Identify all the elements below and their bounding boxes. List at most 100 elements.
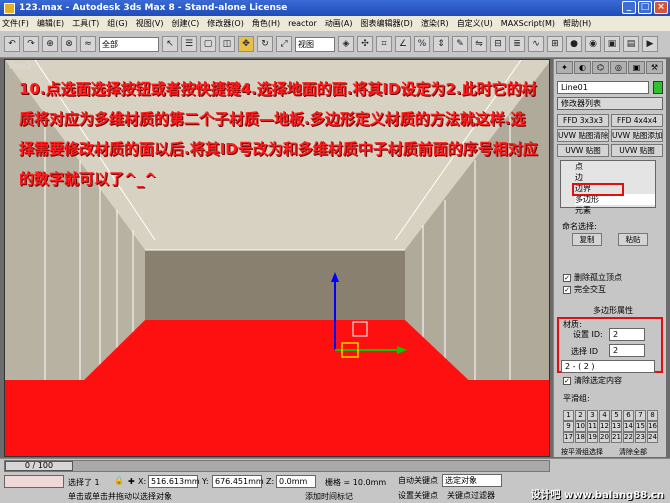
curve-editor-icon[interactable]: ∿ bbox=[528, 36, 544, 52]
smoothing-group-button[interactable]: 24 bbox=[647, 432, 658, 443]
ffd-3x3x3-button[interactable]: FFD 3x3x3 bbox=[557, 114, 609, 127]
uvw-add-button[interactable]: UVW 贴图添加 bbox=[611, 129, 663, 142]
percent-snap-icon[interactable]: % bbox=[414, 36, 430, 52]
minimize-button[interactable]: _ bbox=[622, 1, 636, 14]
delete-isolated-checkbox[interactable]: ✓ bbox=[563, 274, 571, 282]
menu-reactor[interactable]: reactor bbox=[288, 19, 317, 28]
mirror-icon[interactable]: ⇋ bbox=[471, 36, 487, 52]
select-by-name-icon[interactable]: ☰ bbox=[181, 36, 197, 52]
render-type-icon[interactable]: ▤ bbox=[623, 36, 639, 52]
menu-animation[interactable]: 动画(A) bbox=[325, 18, 353, 29]
menu-tools[interactable]: 工具(T) bbox=[72, 18, 99, 29]
smoothing-group-button[interactable]: 20 bbox=[599, 432, 610, 443]
stack-item-edge[interactable]: 边 bbox=[575, 172, 655, 183]
menu-modifiers[interactable]: 修改器(O) bbox=[207, 18, 244, 29]
set-key-button[interactable]: 设置关键点 bbox=[398, 490, 438, 501]
smoothing-group-button[interactable]: 5 bbox=[611, 410, 622, 421]
add-time-tag[interactable]: 添加时间标记 bbox=[305, 491, 353, 502]
menu-edit[interactable]: 编辑(E) bbox=[37, 18, 64, 29]
menu-views[interactable]: 视图(V) bbox=[136, 18, 164, 29]
menu-rendering[interactable]: 渲染(R) bbox=[421, 18, 449, 29]
smoothing-group-button[interactable]: 14 bbox=[623, 421, 634, 432]
smoothing-group-button[interactable]: 23 bbox=[635, 432, 646, 443]
smoothing-group-button[interactable]: 10 bbox=[575, 421, 586, 432]
smoothing-group-button[interactable]: 1 bbox=[563, 410, 574, 421]
menu-create[interactable]: 创建(C) bbox=[171, 18, 199, 29]
smoothing-group-button[interactable]: 8 bbox=[647, 410, 658, 421]
viewport[interactable]: Fron2 10.点选面选择按钮或者按快捷键4.选择地面的面.将其ID设定为2.… bbox=[4, 59, 550, 457]
undo-icon[interactable]: ↶ bbox=[4, 36, 20, 52]
select-move-icon[interactable]: ✥ bbox=[238, 36, 254, 52]
time-slider-thumb[interactable]: 0 / 100 bbox=[5, 461, 73, 471]
clear-selection-checkbox[interactable]: ✓ bbox=[563, 377, 571, 385]
smoothing-group-button[interactable]: 22 bbox=[623, 432, 634, 443]
smoothing-group-button[interactable]: 11 bbox=[587, 421, 598, 432]
smoothing-group-button[interactable]: 18 bbox=[575, 432, 586, 443]
x-coord-field[interactable]: 516.613mm bbox=[148, 475, 200, 488]
modify-tab-icon[interactable]: ◐ bbox=[574, 61, 591, 74]
smoothing-group-button[interactable]: 16 bbox=[647, 421, 658, 432]
menu-file[interactable]: 文件(F) bbox=[2, 18, 29, 29]
maximize-button[interactable]: □ bbox=[638, 1, 652, 14]
smoothing-group-button[interactable]: 3 bbox=[587, 410, 598, 421]
menu-group[interactable]: 组(G) bbox=[107, 18, 127, 29]
rect-selection-icon[interactable]: ▢ bbox=[200, 36, 216, 52]
uvw-map-button-2[interactable]: UVW 贴图 bbox=[611, 144, 663, 157]
z-coord-field[interactable]: 0.0mm bbox=[276, 475, 316, 488]
modifier-list-dropdown[interactable]: 修改器列表 bbox=[557, 97, 663, 110]
menu-character[interactable]: 角色(H) bbox=[252, 18, 280, 29]
smoothing-group-button[interactable]: 4 bbox=[599, 410, 610, 421]
smoothing-group-button[interactable]: 19 bbox=[587, 432, 598, 443]
select-id-field[interactable]: 2 bbox=[609, 344, 645, 357]
display-tab-icon[interactable]: ▣ bbox=[628, 61, 645, 74]
snap-icon[interactable]: ⌗ bbox=[376, 36, 392, 52]
render-last-icon[interactable]: ▶ bbox=[642, 36, 658, 52]
smoothing-group-button[interactable]: 17 bbox=[563, 432, 574, 443]
object-color-swatch[interactable] bbox=[653, 81, 663, 94]
y-coord-field[interactable]: 676.451mm bbox=[212, 475, 264, 488]
named-selection-icon[interactable]: ✎ bbox=[452, 36, 468, 52]
max-listener[interactable] bbox=[4, 475, 64, 488]
absolute-mode-icon[interactable]: ✚ bbox=[128, 477, 135, 486]
layer-icon[interactable]: ≣ bbox=[509, 36, 525, 52]
smoothing-group-button[interactable]: 6 bbox=[623, 410, 634, 421]
render-scene-icon[interactable]: ◉ bbox=[585, 36, 601, 52]
select-scale-icon[interactable]: ⤢ bbox=[276, 36, 292, 52]
copy-button[interactable]: 复制 bbox=[572, 233, 602, 246]
menu-help[interactable]: 帮助(H) bbox=[563, 18, 591, 29]
full-interactivity-checkbox[interactable]: ✓ bbox=[563, 286, 571, 294]
set-id-field[interactable]: 2 bbox=[609, 328, 645, 341]
key-filters-button[interactable]: 关键点过滤器 bbox=[447, 490, 495, 501]
selected-object-dropdown[interactable]: 选定对象 bbox=[442, 474, 502, 487]
bind-space-warp-icon[interactable]: ≈ bbox=[80, 36, 96, 52]
smoothing-group-button[interactable]: 13 bbox=[611, 421, 622, 432]
menu-graph-editors[interactable]: 图表编辑器(D) bbox=[360, 18, 412, 29]
smoothing-group-button[interactable]: 12 bbox=[599, 421, 610, 432]
window-crossing-icon[interactable]: ◫ bbox=[219, 36, 235, 52]
unlink-icon[interactable]: ⊗ bbox=[61, 36, 77, 52]
ffd-4x4x4-button[interactable]: FFD 4x4x4 bbox=[611, 114, 663, 127]
pivot-icon[interactable]: ◈ bbox=[338, 36, 354, 52]
select-by-sg-button[interactable]: 按平滑组选择 bbox=[561, 447, 603, 457]
lock-selection-icon[interactable]: 🔒 bbox=[114, 476, 124, 485]
stack-item-element[interactable]: 元素 bbox=[575, 205, 655, 216]
schematic-view-icon[interactable]: ⊞ bbox=[547, 36, 563, 52]
align-icon[interactable]: ⊟ bbox=[490, 36, 506, 52]
rollout-title[interactable]: 多边形属性 bbox=[593, 305, 633, 316]
quick-render-icon[interactable]: ▣ bbox=[604, 36, 620, 52]
sub-material-dropdown[interactable]: 2 - ( 2 ) bbox=[561, 360, 655, 373]
motion-tab-icon[interactable]: ◎ bbox=[610, 61, 627, 74]
menu-customize[interactable]: 自定义(U) bbox=[457, 18, 493, 29]
smoothing-group-button[interactable]: 7 bbox=[635, 410, 646, 421]
uvw-map-button-1[interactable]: UVW 贴图 bbox=[557, 144, 609, 157]
manipulate-icon[interactable]: ✣ bbox=[357, 36, 373, 52]
redo-icon[interactable]: ↷ bbox=[23, 36, 39, 52]
angle-snap-icon[interactable]: ∠ bbox=[395, 36, 411, 52]
utilities-tab-icon[interactable]: ⚒ bbox=[646, 61, 663, 74]
menu-maxscript[interactable]: MAXScript(M) bbox=[501, 19, 555, 28]
hierarchy-tab-icon[interactable]: ⌬ bbox=[592, 61, 609, 74]
time-slider[interactable]: 0 / 100 bbox=[4, 460, 550, 472]
selection-filter-dropdown[interactable]: 全部 bbox=[99, 36, 159, 52]
stack-item-vertex[interactable]: 点 bbox=[575, 161, 655, 172]
object-name-field[interactable]: Line01 bbox=[557, 81, 649, 94]
